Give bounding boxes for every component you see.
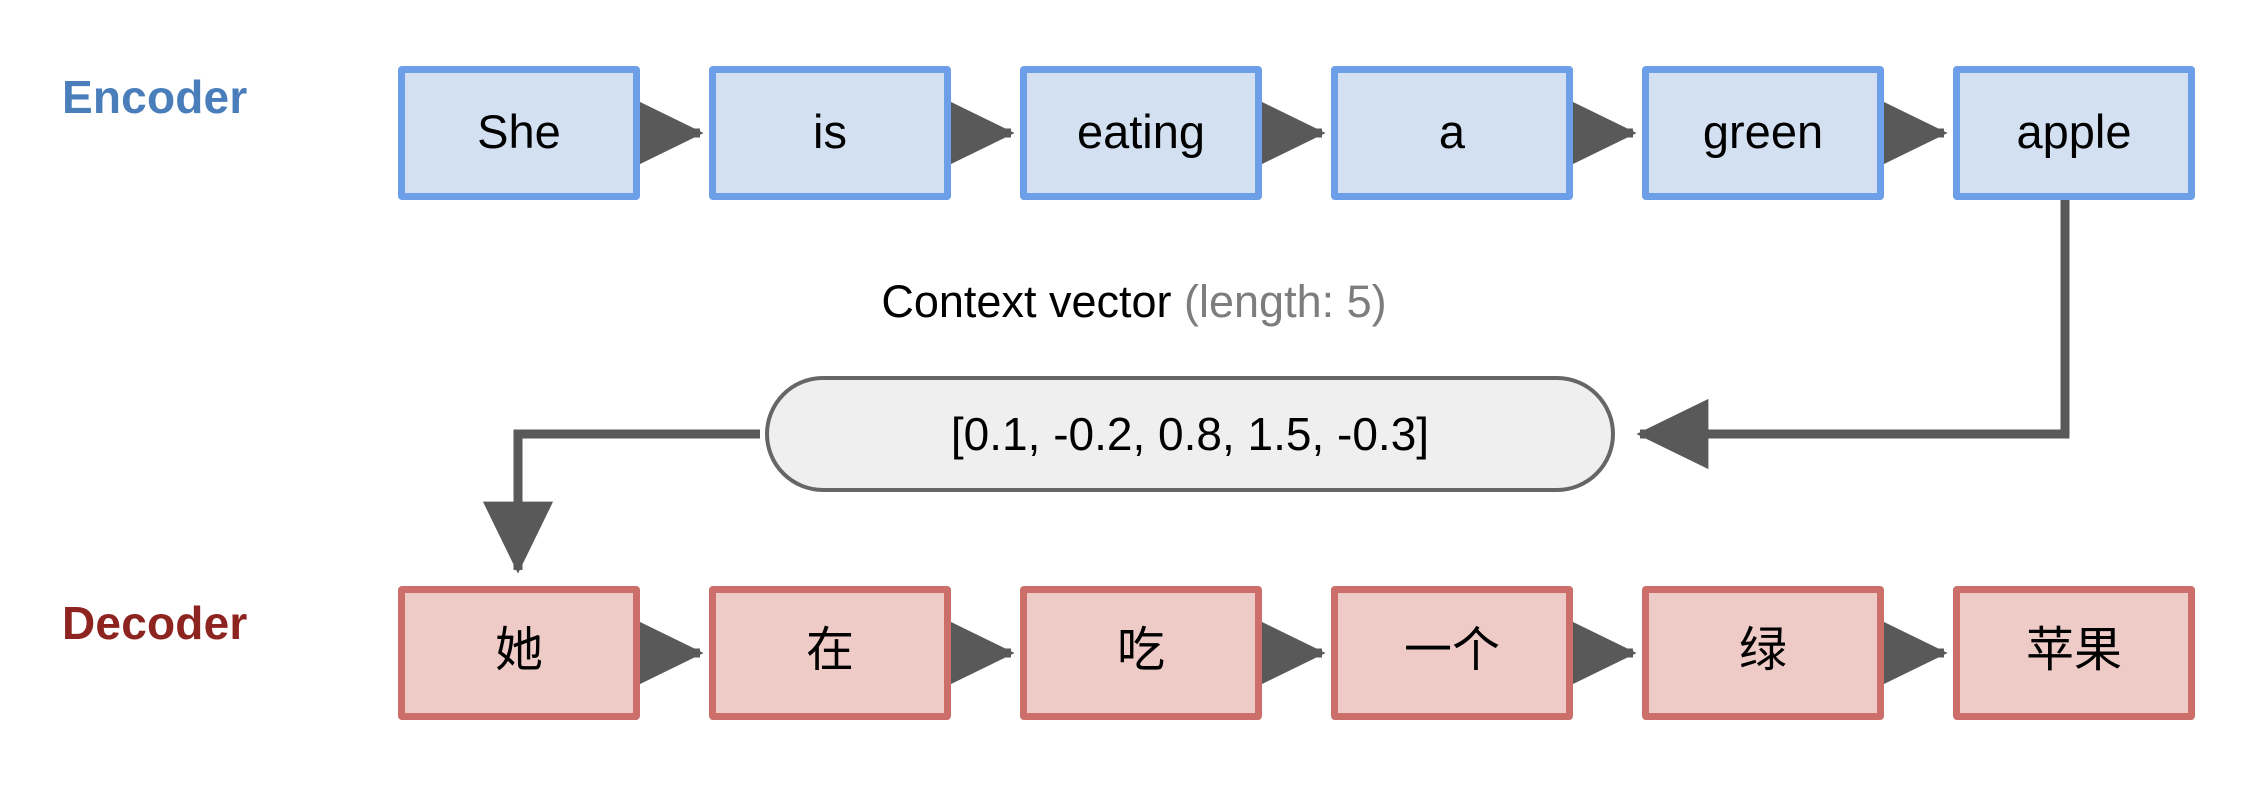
encoder-token-box[interactable]: is [709, 66, 951, 200]
decoder-token-label: 绿 [1738, 624, 1787, 677]
context-vector-caption: Context vector (length: 5) [0, 276, 2268, 328]
encoder-token-label: apple [2016, 104, 2132, 158]
encoder-token-label: eating [1076, 104, 1206, 158]
encoder-token-box[interactable]: She [398, 66, 640, 200]
encoder-token-label: is [813, 104, 847, 158]
decoder-token-label: 一个 [1403, 624, 1500, 677]
encoder-row-label: Encoder [62, 71, 248, 123]
encoder-token-box[interactable]: a [1331, 66, 1573, 200]
decoder-token-box[interactable]: 一个 [1331, 586, 1573, 720]
encoder-token-box[interactable]: apple [1953, 66, 2195, 200]
context-caption-main: Context vector [881, 276, 1172, 327]
encoder-token-box[interactable]: green [1642, 66, 1884, 200]
decoder-row-label: Decoder [62, 597, 248, 649]
decoder-token-box[interactable]: 绿 [1642, 586, 1884, 720]
context-vector-values: [0.1, -0.2, 0.8, 1.5, -0.3] [950, 408, 1430, 460]
decoder-token-label: 她 [494, 624, 543, 677]
context-caption-length: (length: 5) [1184, 276, 1387, 327]
encoder-token-box[interactable]: eating [1020, 66, 1262, 200]
encoder-token-label: a [1438, 104, 1466, 158]
decoder-token-box[interactable]: 她 [398, 586, 640, 720]
decoder-token-label: 在 [805, 624, 854, 677]
diagram-canvas: Encoder Decoder She is eating a green ap… [0, 0, 2268, 804]
context-vector-pill[interactable]: [0.1, -0.2, 0.8, 1.5, -0.3] [765, 376, 1615, 492]
decoder-token-box[interactable]: 苹果 [1953, 586, 2195, 720]
decoder-token-box[interactable]: 吃 [1020, 586, 1262, 720]
decoder-token-label: 苹果 [2025, 624, 2122, 677]
encoder-token-label: green [1702, 104, 1824, 158]
encoder-token-label: She [477, 104, 561, 158]
context-to-decoder-connector [482, 429, 760, 574]
decoder-token-label: 吃 [1116, 624, 1165, 677]
decoder-token-box[interactable]: 在 [709, 586, 951, 720]
